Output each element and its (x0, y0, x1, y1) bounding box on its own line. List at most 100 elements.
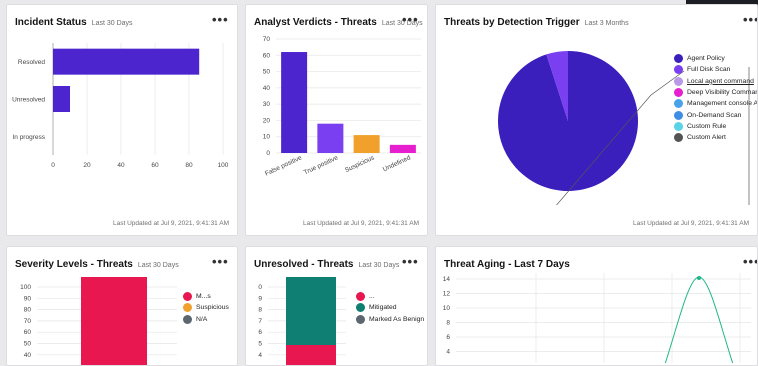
legend-label: On-Demand Scan (687, 111, 742, 119)
legend-swatch (356, 292, 365, 302)
legend-item[interactable]: Deep Visibility Command (674, 87, 758, 98)
legend-label: M...s (196, 293, 211, 301)
legend-item[interactable]: On-Demand Scan (674, 109, 757, 120)
legend-item[interactable]: Local agent command (674, 76, 757, 87)
pie-legend: Agent Policy Full Disk Scan Local agent co… (674, 53, 758, 143)
more-options-icon[interactable]: ••• (402, 12, 419, 27)
card-title: Unresolved - Threats (254, 259, 354, 270)
legend-label: Marked As Benign (369, 315, 425, 323)
y-tick-label: 5 (258, 341, 262, 348)
unresolved-threats-card: Unresolved - Threats Last 30 Days ••• 0 9… (245, 246, 428, 366)
y-tick-label: 6 (446, 334, 450, 341)
legend-item[interactable]: ... (356, 291, 424, 302)
legend-label: Management console API (687, 100, 758, 108)
y-tick-label: 60 (263, 52, 271, 59)
legend-label: Deep Visibility Command (687, 89, 758, 97)
detection-trigger-card: Threats by Detection Trigger Last 3 Mont… (435, 4, 758, 236)
legend-item[interactable]: Custom Rule (674, 121, 757, 132)
aging-point (697, 276, 701, 280)
legend-label: ... (369, 293, 375, 301)
legend-swatch (674, 133, 683, 143)
unresolved-legend: ... Mitigated Marked As Benign (356, 291, 424, 325)
legend-swatch (674, 121, 683, 131)
y-tick-label: 12 (443, 291, 451, 298)
y-tick-label: 90 (24, 295, 32, 302)
legend-label: Mitigated (369, 304, 397, 312)
y-tick-label: 14 (443, 276, 451, 283)
y-tick-label: 70 (24, 318, 32, 325)
legend-item[interactable]: Custom Alert (674, 132, 757, 143)
y-tick-label: 4 (258, 352, 262, 359)
legend-label: Local agent command (687, 77, 754, 85)
legend-swatch (674, 110, 683, 120)
y-tick-label: 0 (258, 284, 262, 291)
legend-item[interactable]: Management console API (674, 98, 758, 109)
y-tick-label: 4 (446, 349, 450, 356)
category-label: Resolved (18, 59, 45, 66)
severity-legend: M...s Suspicious N/A (183, 291, 229, 325)
legend-swatch (674, 76, 683, 86)
x-tick-label: 100 (218, 162, 229, 169)
y-tick-label: 20 (263, 117, 271, 124)
bar-undefined (389, 144, 416, 153)
analyst-verdicts-card: Analyst Verdicts - Threats Last 30 Days … (245, 4, 428, 236)
y-tick-label: 80 (24, 307, 32, 314)
mitigated-bar-segment (286, 277, 336, 345)
category-label: Suspicious (344, 154, 376, 174)
category-label: True positive (303, 154, 340, 176)
card-title: Incident Status (15, 17, 87, 28)
card-title: Threat Aging - Last 7 Days (444, 259, 570, 270)
legend-item[interactable]: Agent Policy (674, 53, 757, 64)
bar-suspicious (353, 135, 380, 153)
card-header: Analyst Verdicts - Threats Last 30 Days (254, 17, 423, 28)
y-tick-label: 30 (263, 101, 271, 108)
y-tick-label: 50 (263, 69, 271, 76)
bar-unresolved (53, 86, 70, 112)
last-updated-text: Last Updated at Jul 9, 2021, 9:41:31 AM (303, 220, 419, 227)
category-label: In progress (12, 134, 45, 141)
category-label: False positive (264, 154, 303, 177)
legend-item[interactable]: M...s (183, 291, 229, 302)
y-tick-label: 8 (258, 307, 262, 314)
legend-label: Full Disk Scan (687, 66, 731, 74)
y-tick-label: 70 (263, 36, 271, 43)
legend-label: Suspicious (196, 304, 229, 312)
card-subtitle: Last 30 Days (91, 20, 133, 27)
legend-swatch (183, 314, 192, 324)
more-options-icon[interactable]: ••• (402, 254, 419, 269)
analyst-verdicts-chart: False positive True positive Suspicious Und… (263, 36, 421, 178)
legend-item[interactable]: Suspicious (183, 302, 229, 313)
legend-item[interactable]: Mitigated (356, 302, 424, 313)
more-options-icon[interactable]: ••• (212, 254, 229, 269)
legend-swatch (183, 292, 192, 302)
legend-swatch (674, 88, 683, 98)
y-tick-label: 7 (258, 318, 262, 325)
y-tick-label: 10 (263, 134, 271, 141)
more-options-icon[interactable]: ••• (743, 254, 757, 269)
x-tick-label: 0 (51, 162, 55, 169)
y-tick-label: 100 (20, 284, 31, 291)
legend-swatch (674, 65, 683, 75)
legend-label: Custom Alert (687, 134, 726, 142)
category-label: Undefined (382, 154, 412, 173)
legend-item[interactable]: N/A (183, 314, 229, 325)
card-header: Unresolved - Threats Last 30 Days (254, 259, 399, 270)
legend-item[interactable]: Full Disk Scan (674, 64, 757, 75)
category-label: Unresolved (12, 97, 45, 104)
legend-swatch (356, 314, 365, 324)
y-tick-label: 10 (443, 305, 451, 312)
severity-levels-card: Severity Levels - Threats Last 30 Days •… (6, 246, 238, 366)
y-tick-label: 60 (24, 329, 32, 336)
legend-swatch (356, 303, 365, 313)
card-title: Severity Levels - Threats (15, 259, 133, 270)
more-options-icon[interactable]: ••• (212, 12, 229, 27)
y-tick-label: 9 (258, 295, 262, 302)
y-tick-label: 0 (266, 150, 270, 157)
legend-label: N/A (196, 315, 208, 323)
last-updated-text: Last Updated at Jul 9, 2021, 9:41:31 AM (633, 220, 749, 227)
y-tick-label: 40 (24, 352, 32, 359)
legend-item[interactable]: Marked As Benign (356, 314, 424, 325)
card-header: Severity Levels - Threats Last 30 Days (15, 259, 179, 270)
x-tick-label: 80 (185, 162, 193, 169)
legend-label: Agent Policy (687, 55, 725, 63)
